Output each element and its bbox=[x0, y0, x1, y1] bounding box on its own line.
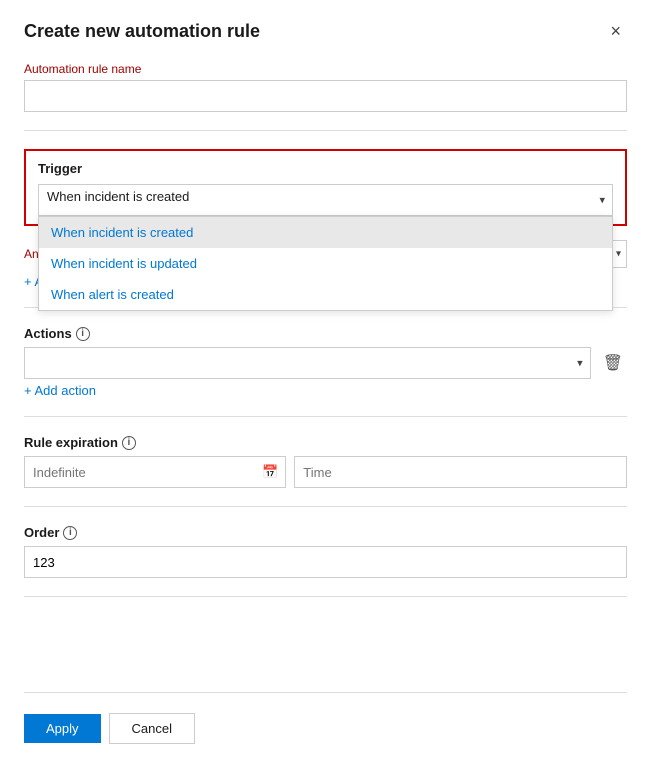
trigger-select-wrapper: When incident is created ▾ When incident… bbox=[38, 184, 613, 216]
close-button[interactable]: × bbox=[604, 20, 627, 42]
divider-3 bbox=[24, 416, 627, 417]
apply-button[interactable]: Apply bbox=[24, 714, 101, 743]
trigger-select[interactable]: When incident is created bbox=[38, 184, 613, 216]
trigger-option-created[interactable]: When incident is created bbox=[39, 217, 612, 248]
add-action-button[interactable]: + Add action bbox=[24, 383, 96, 398]
order-section: Order i bbox=[24, 525, 627, 578]
rule-expiration-info-icon: i bbox=[122, 436, 136, 450]
automation-rule-name-label: Automation rule name bbox=[24, 62, 627, 76]
trigger-dropdown-menu: When incident is created When incident i… bbox=[38, 216, 613, 311]
action-select-wrapper: ▾ bbox=[24, 347, 591, 379]
divider-5 bbox=[24, 596, 627, 597]
trigger-option-updated[interactable]: When incident is updated bbox=[39, 248, 612, 279]
modal-header: Create new automation rule × bbox=[24, 20, 627, 42]
trigger-section: Trigger When incident is created ▾ When … bbox=[24, 149, 627, 226]
expiration-time-input[interactable] bbox=[294, 456, 627, 488]
action-row: ▾ 🗑 bbox=[24, 347, 627, 379]
rule-expiration-section: Rule expiration i 📅 bbox=[24, 435, 627, 488]
order-header: Order i bbox=[24, 525, 627, 540]
order-input[interactable] bbox=[24, 546, 627, 578]
order-info-icon: i bbox=[63, 526, 77, 540]
action-select[interactable] bbox=[24, 347, 591, 379]
order-label: Order bbox=[24, 525, 59, 540]
expiration-date-wrapper: 📅 bbox=[24, 456, 286, 488]
automation-rule-name-input[interactable] bbox=[24, 80, 627, 112]
action-delete-button[interactable]: 🗑 bbox=[599, 351, 627, 375]
modal-title: Create new automation rule bbox=[24, 21, 260, 42]
divider-1 bbox=[24, 130, 627, 131]
rule-expiration-header: Rule expiration i bbox=[24, 435, 627, 450]
actions-header: Actions i bbox=[24, 326, 627, 341]
automation-rule-name-section: Automation rule name bbox=[24, 62, 627, 112]
main-content: Automation rule name Trigger When incide… bbox=[24, 62, 627, 744]
expiration-date-input[interactable] bbox=[24, 456, 286, 488]
cancel-button[interactable]: Cancel bbox=[109, 713, 195, 744]
actions-label: Actions bbox=[24, 326, 72, 341]
trigger-option-alert[interactable]: When alert is created bbox=[39, 279, 612, 310]
modal-dialog: Create new automation rule × Automation … bbox=[0, 0, 651, 768]
actions-section: Actions i ▾ 🗑 + Add action bbox=[24, 326, 627, 398]
rule-expiration-label: Rule expiration bbox=[24, 435, 118, 450]
divider-4 bbox=[24, 506, 627, 507]
footer: Apply Cancel bbox=[24, 692, 627, 744]
expiration-row: 📅 bbox=[24, 456, 627, 488]
actions-info-icon: i bbox=[76, 327, 90, 341]
trigger-label: Trigger bbox=[38, 161, 613, 176]
